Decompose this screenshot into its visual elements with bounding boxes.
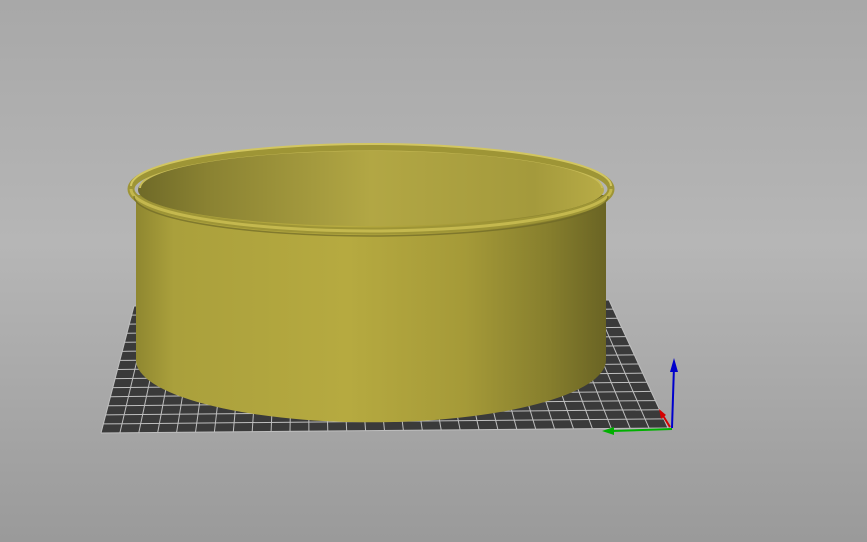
model-cylinder[interactable]	[127, 143, 615, 423]
3d-viewport[interactable]	[0, 0, 867, 542]
scene-canvas[interactable]	[0, 0, 867, 542]
